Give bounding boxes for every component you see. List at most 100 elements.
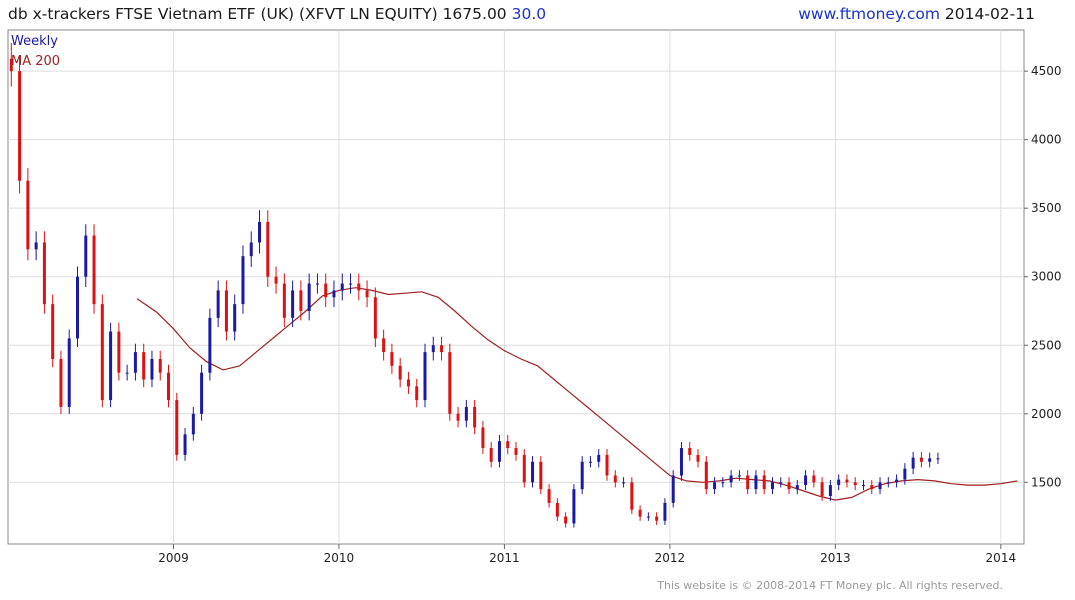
candle-body [59, 358, 63, 407]
candle-body [895, 479, 899, 483]
price-chart: 1500 2000 2500 3000 3500 4000 4500 2009 2010 2011… [7, 29, 1062, 565]
candle-body [133, 352, 137, 373]
candle-body [464, 406, 468, 421]
candle-body [34, 242, 38, 250]
candle-body [109, 331, 113, 401]
candle-body [365, 290, 369, 298]
y-tick-label: 1500 [1031, 475, 1062, 489]
candle-body [431, 345, 435, 353]
candle-body [655, 516, 659, 521]
candle-body [142, 352, 146, 380]
candle-body [274, 276, 278, 284]
candle-body [373, 297, 377, 339]
candle-body [861, 485, 865, 487]
candle-body [564, 516, 568, 524]
candle-body [282, 283, 286, 318]
candle-body [84, 235, 88, 277]
candle-body [779, 482, 783, 484]
candle-body [613, 475, 617, 483]
y-tick-label: 2000 [1031, 407, 1062, 421]
candle-body [175, 400, 179, 455]
candle-body [770, 482, 774, 490]
candle-body [167, 372, 171, 401]
candle-body [191, 413, 195, 435]
x-tick-label: 2012 [655, 551, 686, 565]
candle-body [398, 365, 402, 380]
candle-body [100, 304, 104, 401]
x-tick-label: 2011 [489, 551, 520, 565]
candle-body [646, 516, 650, 518]
candle-body [522, 454, 526, 483]
candle-body [919, 457, 923, 462]
candle-body [597, 454, 601, 462]
candle-body [746, 475, 750, 490]
candle-body [737, 475, 741, 477]
candle-body [423, 352, 427, 401]
candle-body [812, 475, 816, 483]
copyright-notice: This website is © 2008-2014 FT Money plc… [657, 579, 1003, 592]
candle-body [713, 482, 717, 490]
legend-weekly: Weekly [11, 34, 58, 49]
candle-body [506, 441, 510, 449]
candle-body [837, 479, 841, 486]
candle-body [266, 221, 270, 277]
candle-body [324, 283, 328, 298]
candle-body [762, 475, 766, 490]
x-tick-label: 2010 [324, 551, 355, 565]
candle-body [183, 434, 187, 455]
candle-body [539, 461, 543, 490]
candle-body [233, 304, 237, 332]
candle-body [696, 454, 700, 462]
candle-body [224, 290, 228, 332]
candle-body [349, 283, 353, 285]
x-tick-label: 2013 [820, 551, 851, 565]
candle-body [258, 221, 262, 243]
candle-body [390, 352, 394, 366]
candle-body [357, 283, 361, 291]
y-tick-label: 4500 [1031, 64, 1062, 78]
candle-body [721, 482, 725, 484]
candle-body [663, 502, 667, 521]
y-tick-label: 3500 [1031, 201, 1062, 215]
candle-body [489, 448, 493, 462]
candle-body [440, 345, 444, 353]
candle-body [671, 475, 675, 503]
candle-body [845, 479, 849, 483]
candle-body [382, 338, 386, 353]
candle-body [903, 468, 907, 480]
candle-body [911, 457, 915, 469]
candle-body [679, 448, 683, 476]
candle-body [406, 379, 410, 387]
y-tick-label: 2500 [1031, 338, 1062, 352]
candle-body [125, 372, 129, 374]
candle-body [208, 317, 212, 373]
candle-body [415, 386, 419, 401]
candle-body [795, 485, 799, 490]
candle-body [75, 276, 79, 339]
y-tick-label: 4000 [1031, 133, 1062, 147]
candle-body [580, 461, 584, 490]
candle-body [481, 427, 485, 449]
candle-body [605, 454, 609, 476]
candle-body [588, 461, 592, 463]
y-tick-label: 3000 [1031, 270, 1062, 284]
candle-body [150, 358, 154, 380]
candle-body [332, 290, 336, 298]
candle-body [547, 489, 551, 503]
candle-body [622, 482, 626, 484]
candle-body [787, 482, 791, 490]
candle-body [67, 338, 71, 407]
candle-body [572, 489, 576, 524]
candle-body [886, 482, 890, 484]
candle-body [688, 448, 692, 455]
candle-body [754, 475, 758, 490]
x-tick-label: 2014 [986, 551, 1017, 565]
candle-body [853, 482, 857, 486]
candle-body [870, 485, 874, 490]
candle-body [315, 283, 319, 285]
candle-body [555, 502, 559, 517]
candle-body [497, 441, 501, 462]
candle-body [241, 256, 245, 305]
candle-body [158, 358, 162, 373]
candle-body [820, 482, 824, 497]
